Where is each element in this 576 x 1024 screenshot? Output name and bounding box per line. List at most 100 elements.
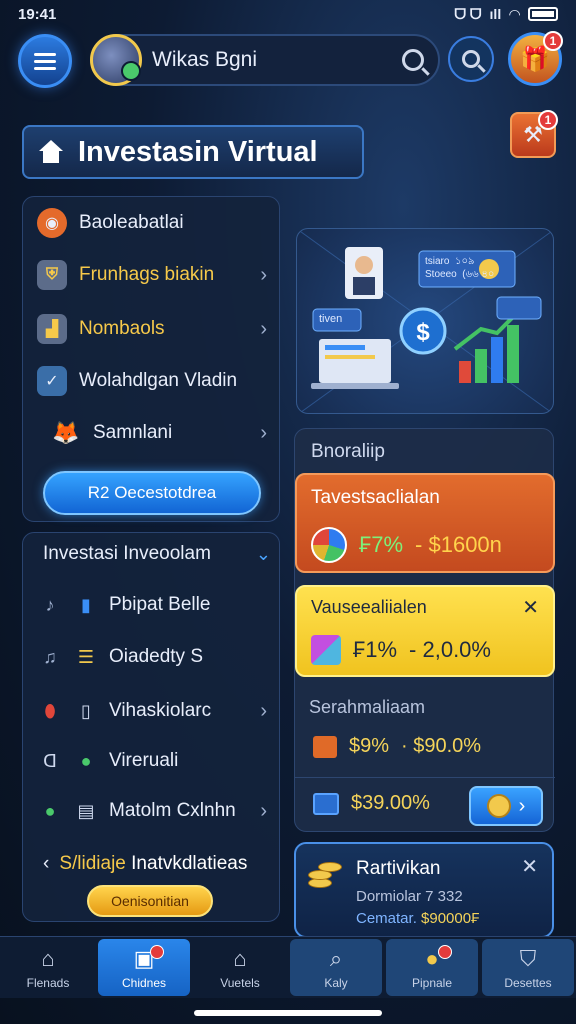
list-item-label: Vihaskiolarc xyxy=(109,700,212,721)
home-indicator xyxy=(194,1010,382,1016)
menu-button[interactable] xyxy=(18,34,72,88)
dark-card-bottom[interactable]: $39.00% › xyxy=(295,777,555,833)
home-icon: ⌂ xyxy=(41,945,55,971)
menu-item-4[interactable]: ✓ Wolahdlgan Vladin xyxy=(37,361,271,401)
status-time: 19:41 xyxy=(18,5,57,23)
list-item[interactable]: ♫ ☰ Oiadedty S xyxy=(37,637,273,677)
dark-card[interactable]: Serahmaliaam $9% · $90.0% xyxy=(295,691,555,773)
hamburger-icon xyxy=(34,49,56,74)
avatar[interactable] xyxy=(90,34,142,86)
menu-item-label: Frunhags biakin xyxy=(79,264,215,285)
chevron-down-icon: ⌄ xyxy=(255,543,271,564)
chevron-left-icon: ‹ xyxy=(43,853,50,874)
investments-title: Investasi Inveoolam xyxy=(43,543,211,564)
check-icon: ✓ xyxy=(37,366,67,396)
yellow-card[interactable]: Vauseealiialen ✕ ₣1% - 2,0.0% xyxy=(295,585,555,677)
tab-label: Chidnes xyxy=(121,975,167,990)
tab-search[interactable]: ⌕ Kaly xyxy=(290,939,382,996)
list-item-label: Matolm Cxlnhn xyxy=(109,800,236,821)
search-input[interactable]: Wikas Bgni xyxy=(152,48,402,72)
illustration-tag-label: tiven xyxy=(319,313,343,325)
menu-item-label: Samnlani xyxy=(93,422,173,443)
signal-icon: ıll xyxy=(489,6,502,22)
search-bar[interactable]: Wikas Bgni xyxy=(90,34,440,86)
coin-icon xyxy=(486,794,511,818)
back-label: Inatvkdlatieas xyxy=(131,853,248,874)
card-percent: ₣1% xyxy=(353,637,398,662)
coins-icon xyxy=(308,858,346,892)
list-item-label: Oiadedty S xyxy=(109,646,203,667)
notification-badge: 1 xyxy=(543,31,563,51)
chevron-right-icon: › xyxy=(260,699,267,722)
section-title: Bnoraliip xyxy=(311,441,385,462)
notification-card[interactable]: Rartivikan ✕ Dormiolar 7 332 Cematar. $9… xyxy=(294,842,554,938)
wifi-icon: ◠ xyxy=(509,5,520,22)
notification-dot xyxy=(438,945,452,959)
battery-icon xyxy=(528,7,558,21)
top-bar: Wikas Bgni 🎁 1 xyxy=(18,31,563,90)
list-item-label: Vireruali xyxy=(109,750,179,771)
card-amount: · $90.0% xyxy=(401,735,482,757)
next-button[interactable]: › xyxy=(469,786,543,826)
tab-label: Flenads xyxy=(26,975,70,990)
coin-icon: ● xyxy=(425,945,439,971)
profile-icon: ⛉ xyxy=(519,945,537,971)
list-item[interactable]: ● ▤ Matolm Cxlnhn › xyxy=(37,791,273,831)
tab-wallet[interactable]: ▣ Chidnes xyxy=(98,939,190,996)
bottom-tab-bar: ⌂ Flenads ▣ Chidnes ⌂ Vuetels ⌕ Kaly ● P… xyxy=(0,936,576,998)
gift-button[interactable]: 🎁 1 xyxy=(508,31,563,86)
primary-action-button[interactable]: R2 Oecestotdrea xyxy=(43,471,261,515)
tab-label: Kaly xyxy=(324,975,348,990)
tab-store[interactable]: ⌂ Vuetels xyxy=(194,939,286,996)
search-button[interactable] xyxy=(448,36,494,82)
card-title: Serahmaliaam xyxy=(309,697,426,717)
illustration-tag-stats: tsiaro ১০৯ Stoeeo (৬৬ ৪০ xyxy=(425,256,495,280)
chart-icon: ▟ xyxy=(37,314,67,344)
list-item[interactable]: ᗡ ● Vireruali xyxy=(37,741,273,781)
menu-item-3[interactable]: ▟ Nombaols › xyxy=(37,309,271,349)
back-link[interactable]: ‹ S/lidiaje Inatvkdlatieas xyxy=(43,853,247,875)
list-item-label: Pbipat Belle xyxy=(109,594,211,615)
flame-icon: ◉ xyxy=(37,208,67,238)
notification-label: Cematar. xyxy=(356,910,417,927)
can-icon: ▮ xyxy=(81,594,91,615)
book-icon: ▤ xyxy=(77,800,95,821)
close-icon[interactable]: ✕ xyxy=(522,595,539,620)
chevron-right-icon: › xyxy=(260,421,267,444)
tools-button[interactable]: ⚒ 1 xyxy=(510,110,558,158)
cubes-icon xyxy=(311,635,341,665)
gift-icon: 🎁 xyxy=(520,45,550,73)
menu-item-label: Wolahdlgan Vladin xyxy=(79,370,238,391)
carrier-icons: ᗜ ᗜ xyxy=(454,5,482,22)
music-icon: ♫ xyxy=(43,646,57,667)
menu-item-2[interactable]: ⛨ Frunhags biakin › xyxy=(37,255,271,295)
tag-icon: ᗡ xyxy=(43,750,57,771)
status-bar: 19:41 ᗜ ᗜ ıll ◠ xyxy=(0,0,576,28)
close-icon[interactable]: ✕ xyxy=(521,854,538,879)
chevron-right-icon: › xyxy=(260,317,267,340)
tab-home[interactable]: ⌂ Flenads xyxy=(2,939,94,996)
tab-coins[interactable]: ● Pipnale xyxy=(386,939,478,996)
menu-item-1[interactable]: ◉ Baoleabatlai xyxy=(37,203,271,243)
store-icon: ⌂ xyxy=(233,945,247,971)
chevron-right-icon: › xyxy=(260,799,267,822)
tab-label: Vuetels xyxy=(220,975,260,990)
notification-line: Dormiolar 7 332 xyxy=(356,888,463,905)
gold-action-button[interactable]: Oenisonitian xyxy=(87,885,213,917)
investments-header[interactable]: Investasi Inveoolam ⌄ xyxy=(43,543,271,565)
menu-item-label: Nombaols xyxy=(79,318,165,339)
search-icon[interactable] xyxy=(402,49,424,71)
mascot-icon: 🦊 xyxy=(52,420,80,445)
list-item[interactable]: ♪ ▮ Pbipat Belle xyxy=(37,585,273,625)
card-percent: ₣7% xyxy=(359,532,404,557)
page-title: Investasin Virtual xyxy=(78,135,318,168)
back-prefix: S/lidiaje xyxy=(59,853,126,874)
globe-icon: ● xyxy=(80,750,92,771)
orange-card[interactable]: Tavestsaclialan ₣7% - $1600n xyxy=(295,473,555,573)
tab-profile[interactable]: ⛉ Desettes xyxy=(482,939,574,996)
card-title: Tavestsaclialan xyxy=(311,487,440,508)
notification-value: $90000₣ xyxy=(421,910,480,927)
menu-panel-investments: Investasi Inveoolam ⌄ ♪ ▮ Pbipat Belle ♫… xyxy=(22,532,280,922)
list-item[interactable]: ⬮ ▯ Vihaskiolarc › xyxy=(37,691,273,731)
menu-item-5[interactable]: 🦊 Samnlani › xyxy=(51,413,285,453)
